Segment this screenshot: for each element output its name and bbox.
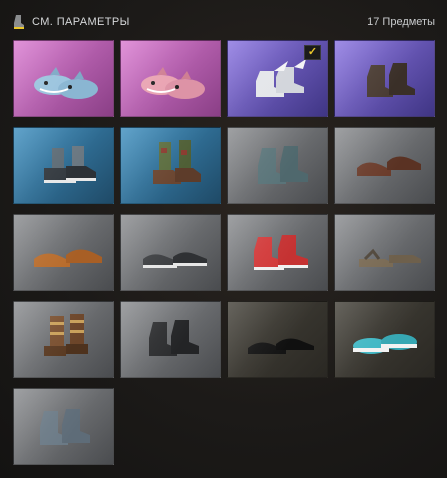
item-tile-dark-leather-boots[interactable] (334, 40, 435, 117)
gray-worn-boots-icon (40, 409, 90, 445)
item-tile-camo-high-boots[interactable] (120, 127, 221, 204)
item-tile-brown-dress-shoes[interactable] (334, 127, 435, 204)
checkmark-icon: ✓ (304, 45, 321, 60)
gray-sneakers-socks-icon (44, 146, 96, 183)
shark-slippers-pink-icon (141, 67, 205, 99)
red-high-tops-icon (254, 235, 308, 270)
item-tile-black-loafers[interactable] (227, 301, 328, 378)
buckled-brown-boots-icon (44, 314, 88, 356)
teal-combat-boots-icon (258, 146, 308, 184)
black-work-boots-icon (149, 320, 199, 356)
item-tile-teal-combat-boots[interactable] (227, 127, 328, 204)
item-tile-shark-slippers-pink[interactable] (120, 40, 221, 117)
item-tile-red-high-tops[interactable] (227, 214, 328, 291)
items-grid: ✓ (13, 40, 435, 465)
tan-oxford-shoes-icon (34, 249, 102, 267)
item-tile-gray-worn-boots[interactable] (13, 388, 114, 465)
item-tile-shark-slippers-blue[interactable] (13, 40, 114, 117)
item-tile-tan-oxford-shoes[interactable] (13, 214, 114, 291)
black-loafers-icon (248, 338, 314, 354)
camo-high-boots-icon (153, 140, 201, 184)
brown-dress-shoes-icon (357, 156, 421, 176)
item-count: 17 Предметы (367, 16, 435, 28)
item-tile-sandals[interactable] (334, 214, 435, 291)
item-tile-winged-sneakers[interactable]: ✓ (227, 40, 328, 117)
shark-slippers-blue-icon (34, 67, 98, 99)
black-slip-ons-icon (143, 252, 207, 268)
sandals-icon (359, 248, 421, 267)
item-tile-black-work-boots[interactable] (120, 301, 221, 378)
teal-clogs-icon (353, 334, 417, 354)
header: СМ. ПАРАМЕТРЫ 17 Предметы (12, 12, 435, 32)
item-tile-gray-sneakers-socks[interactable] (13, 127, 114, 204)
item-tile-teal-clogs[interactable] (334, 301, 435, 378)
dark-leather-boots-icon (367, 63, 415, 97)
item-tile-black-slip-ons[interactable] (120, 214, 221, 291)
boot-icon (12, 14, 26, 30)
item-tile-buckled-brown-boots[interactable] (13, 301, 114, 378)
page-title: СМ. ПАРАМЕТРЫ (32, 16, 130, 28)
